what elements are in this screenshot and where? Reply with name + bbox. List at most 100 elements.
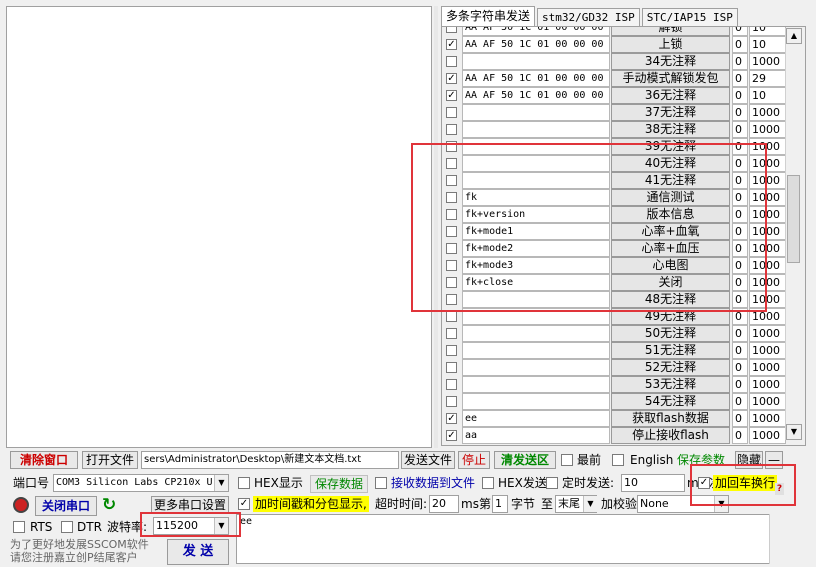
row-checkbox[interactable] bbox=[446, 107, 457, 118]
row-order-input[interactable]: 0 bbox=[732, 104, 748, 121]
row-string-input[interactable] bbox=[462, 53, 610, 70]
row-string-input[interactable]: AA AF 50 1C 01 00 00 00 bbox=[462, 36, 610, 53]
row-send-button[interactable]: 37无注释 bbox=[611, 104, 730, 121]
row-string-input[interactable] bbox=[462, 359, 610, 376]
row-order-input[interactable]: 0 bbox=[732, 427, 748, 444]
row-send-button[interactable]: 上锁 bbox=[611, 36, 730, 53]
row-send-button[interactable]: 50无注释 bbox=[611, 325, 730, 342]
row-checkbox[interactable]: ✓ bbox=[446, 90, 457, 101]
row-checkbox[interactable]: ✓ bbox=[446, 39, 457, 50]
tab-2[interactable]: STC/IAP15 ISP bbox=[641, 8, 738, 26]
send-scrollbar[interactable] bbox=[769, 514, 782, 564]
row-delay-input[interactable]: 1000 bbox=[749, 427, 786, 444]
port-select[interactable]: COM3 Silicon Labs CP210x U.. bbox=[53, 474, 229, 492]
add-timestamp-label[interactable]: 加时间戳和分包显示, bbox=[253, 496, 369, 512]
row-delay-input[interactable]: 1000 bbox=[749, 342, 786, 359]
row-order-input[interactable]: 0 bbox=[732, 27, 748, 36]
row-delay-input[interactable]: 1000 bbox=[749, 393, 786, 410]
row-checkbox[interactable]: ✓ bbox=[446, 413, 457, 424]
row-string-input[interactable]: AA AF 50 1C 01 00 00 00 bbox=[462, 87, 610, 104]
row-delay-input[interactable]: 1000 bbox=[749, 104, 786, 121]
row-checkbox[interactable] bbox=[446, 396, 457, 407]
row-checkbox[interactable] bbox=[446, 379, 457, 390]
row-checkbox[interactable] bbox=[446, 27, 457, 33]
dtr-checkbox[interactable] bbox=[61, 521, 73, 533]
interval-input[interactable]: 10 bbox=[621, 474, 685, 492]
row-send-button[interactable]: 停止接收flash bbox=[611, 427, 730, 444]
recv-to-file-button[interactable]: 接收数据到文件 bbox=[391, 475, 475, 491]
clear-send-button[interactable]: 清发送区 bbox=[494, 451, 556, 469]
scroll-up-icon[interactable]: ▲ bbox=[786, 28, 802, 44]
row-delay-input[interactable]: 1000 bbox=[749, 53, 786, 70]
row-string-input[interactable]: ee bbox=[462, 410, 610, 427]
recv-to-file-checkbox[interactable] bbox=[375, 477, 387, 489]
tab-0[interactable]: 多条字符串发送 bbox=[441, 6, 536, 26]
add-timestamp-checkbox[interactable]: ✓ bbox=[238, 498, 250, 510]
row-order-input[interactable]: 0 bbox=[732, 53, 748, 70]
open-file-button[interactable]: 打开文件 bbox=[82, 451, 138, 469]
row-checkbox[interactable] bbox=[446, 311, 457, 322]
row-string-input[interactable] bbox=[462, 325, 610, 342]
hex-send-checkbox[interactable] bbox=[482, 477, 494, 489]
row-order-input[interactable]: 0 bbox=[732, 376, 748, 393]
row-send-button[interactable]: 获取flash数据 bbox=[611, 410, 730, 427]
clear-window-button[interactable]: 清除窗口 bbox=[10, 451, 78, 469]
row-delay-input[interactable]: 1000 bbox=[749, 410, 786, 427]
row-string-input[interactable] bbox=[462, 393, 610, 410]
timeout-input[interactable]: 20 bbox=[429, 495, 459, 513]
row-delay-input[interactable]: 10 bbox=[749, 27, 786, 36]
row-order-input[interactable]: 0 bbox=[732, 359, 748, 376]
topmost-checkbox[interactable] bbox=[561, 454, 573, 466]
row-checkbox[interactable] bbox=[446, 56, 457, 67]
close-port-button[interactable]: 关闭串口 bbox=[35, 496, 97, 516]
row-send-button[interactable]: 36无注释 bbox=[611, 87, 730, 104]
send-text-area[interactable]: ee bbox=[236, 514, 782, 564]
row-delay-input[interactable]: 1000 bbox=[749, 376, 786, 393]
timed-send-checkbox[interactable] bbox=[546, 477, 558, 489]
scroll-thumb[interactable] bbox=[787, 175, 800, 263]
row-order-input[interactable]: 0 bbox=[732, 121, 748, 138]
row-order-input[interactable]: 0 bbox=[732, 393, 748, 410]
row-checkbox[interactable] bbox=[446, 328, 457, 339]
row-delay-input[interactable]: 1000 bbox=[749, 359, 786, 376]
row-delay-input[interactable]: 10 bbox=[749, 36, 786, 53]
to-dropdown-icon[interactable]: ▼ bbox=[583, 496, 597, 512]
row-send-button[interactable]: 53无注释 bbox=[611, 376, 730, 393]
row-string-input[interactable] bbox=[462, 121, 610, 138]
byte-from-input[interactable]: 1 bbox=[492, 495, 508, 513]
row-send-button[interactable]: 38无注释 bbox=[611, 121, 730, 138]
tab-1[interactable]: stm32/GD32 ISP bbox=[537, 8, 640, 26]
row-send-button[interactable]: 51无注释 bbox=[611, 342, 730, 359]
row-send-button[interactable]: 54无注释 bbox=[611, 393, 730, 410]
refresh-icon[interactable]: ↻ bbox=[102, 497, 116, 514]
row-checkbox[interactable] bbox=[446, 362, 457, 373]
row-checkbox[interactable]: ✓ bbox=[446, 430, 457, 441]
row-order-input[interactable]: 0 bbox=[732, 70, 748, 87]
row-string-input[interactable] bbox=[462, 104, 610, 121]
row-order-input[interactable]: 0 bbox=[732, 36, 748, 53]
file-path-input[interactable]: sers\Administrator\Desktop\新建文本文档.txt bbox=[141, 451, 399, 469]
row-string-input[interactable]: AA AF 50 1C 01 00 00 00 bbox=[462, 70, 610, 87]
row-string-input[interactable] bbox=[462, 376, 610, 393]
row-delay-input[interactable]: 29 bbox=[749, 70, 786, 87]
row-order-input[interactable]: 0 bbox=[732, 410, 748, 427]
rts-checkbox[interactable] bbox=[13, 521, 25, 533]
row-order-input[interactable]: 0 bbox=[732, 342, 748, 359]
row-checkbox[interactable] bbox=[446, 345, 457, 356]
row-string-input[interactable] bbox=[462, 342, 610, 359]
row-send-button[interactable]: 52无注释 bbox=[611, 359, 730, 376]
row-string-input[interactable]: AA AF 50 1C 01 00 00 00 bbox=[462, 27, 610, 36]
port-dropdown-icon[interactable]: ▼ bbox=[214, 475, 228, 491]
send-button[interactable]: 发 送 bbox=[167, 539, 229, 565]
hex-display-checkbox[interactable] bbox=[238, 477, 250, 489]
row-delay-input[interactable]: 1000 bbox=[749, 121, 786, 138]
row-send-button[interactable]: 解锁 bbox=[611, 27, 730, 36]
save-data-button[interactable]: 保存数据 bbox=[310, 475, 368, 493]
send-file-button[interactable]: 发送文件 bbox=[401, 451, 455, 469]
english-checkbox[interactable] bbox=[612, 454, 624, 466]
stop-button[interactable]: 停止 bbox=[458, 451, 490, 469]
scroll-down-icon[interactable]: ▼ bbox=[786, 424, 802, 440]
row-checkbox[interactable] bbox=[446, 124, 457, 135]
row-checkbox[interactable]: ✓ bbox=[446, 73, 457, 84]
row-send-button[interactable]: 手动模式解锁发包 bbox=[611, 70, 730, 87]
